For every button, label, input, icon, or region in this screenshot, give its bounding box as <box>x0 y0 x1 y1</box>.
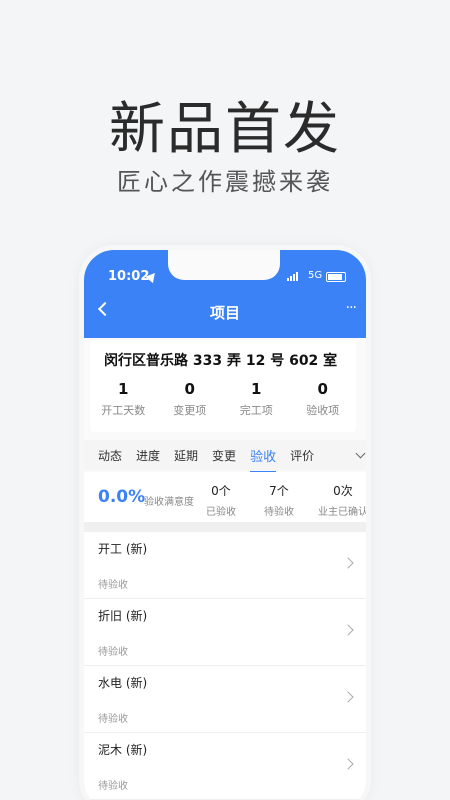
summary-label: 待验收 <box>264 507 294 518</box>
item-title: 开工 (新) <box>98 542 148 556</box>
item-status: 待验收 <box>98 580 128 591</box>
chevron-down-icon[interactable] <box>355 448 366 459</box>
summary-value: 0次 <box>333 484 353 498</box>
network-label: 5G <box>308 270 323 281</box>
stat-label: 变更项 <box>173 404 207 417</box>
stat-start-days[interactable]: 1 开工天数 <box>90 380 157 418</box>
summary-label: 已验收 <box>206 507 236 518</box>
phone-mockup: 10:02 5G 项目 ··· 闵行区普乐路 333 弄 12 号 602 室 … <box>84 250 366 800</box>
stat-completed[interactable]: 1 完工项 <box>223 380 290 418</box>
tab-acceptance[interactable]: 验收 <box>236 446 277 473</box>
tab-change[interactable]: 变更 <box>198 447 236 464</box>
list-item[interactable]: 水电 (新) 待验收 <box>84 666 366 733</box>
item-title: 水电 (新) <box>98 676 148 690</box>
chevron-right-icon <box>342 691 354 703</box>
status-time: 10:02 <box>108 269 150 284</box>
tab-feed[interactable]: 动态 <box>84 447 122 464</box>
satisfaction-rate: 0.0% <box>98 487 146 507</box>
stat-value: 1 <box>251 380 262 398</box>
tab-review[interactable]: 评价 <box>276 447 314 464</box>
acceptance-summary: 0.0% 验收满意度 0个 已验收 7个 待验收 0次 业主已确认 <box>84 472 366 522</box>
stat-label: 完工项 <box>239 404 273 417</box>
list-item[interactable]: 开工 (新) 待验收 <box>84 532 366 599</box>
project-card: 闵行区普乐路 333 弄 12 号 602 室 1 开工天数 0 变更项 1 完… <box>90 340 356 432</box>
summary-confirmed: 0次 业主已确认 <box>318 482 366 518</box>
stat-value: 0 <box>184 380 195 398</box>
stat-changes[interactable]: 0 变更项 <box>157 380 224 418</box>
summary-value: 7个 <box>269 484 289 498</box>
stat-value: 0 <box>317 380 328 398</box>
signal-icon <box>287 271 299 281</box>
summary-label: 业主已确认 <box>318 507 366 518</box>
summary-value: 0个 <box>211 484 231 498</box>
stat-value: 1 <box>118 380 129 398</box>
section-divider <box>84 522 366 532</box>
stat-label: 开工天数 <box>101 404 146 417</box>
project-address: 闵行区普乐路 333 弄 12 号 602 室 <box>104 353 338 369</box>
hero-title: 新品首发 <box>109 97 341 162</box>
tab-delay[interactable]: 延期 <box>160 447 198 464</box>
item-status: 待验收 <box>98 781 128 792</box>
stat-acceptance[interactable]: 0 验收项 <box>290 380 357 418</box>
project-stats: 1 开工天数 0 变更项 1 完工项 0 验收项 <box>90 380 356 418</box>
phone-notch <box>168 250 280 280</box>
battery-icon <box>326 272 346 282</box>
more-icon[interactable]: ··· <box>346 300 357 316</box>
list-item[interactable]: 折旧 (新) 待验收 <box>84 599 366 666</box>
acceptance-list: 开工 (新) 待验收 折旧 (新) 待验收 水电 (新) 待验收 泥木 (新) … <box>84 532 366 800</box>
tab-bar: 动态 进度 延期 变更 验收 评价 <box>84 440 366 473</box>
chevron-right-icon <box>342 624 354 636</box>
chevron-right-icon <box>342 758 354 770</box>
stat-label: 验收项 <box>306 404 340 417</box>
item-title: 折旧 (新) <box>98 609 148 623</box>
hero-subtitle: 匠心之作震撼来袭 <box>117 168 333 196</box>
item-title: 泥木 (新) <box>98 743 148 757</box>
item-status: 待验收 <box>98 714 128 725</box>
summary-pending: 7个 待验收 <box>264 482 294 518</box>
tab-progress[interactable]: 进度 <box>122 447 160 464</box>
page-title: 项目 <box>209 304 240 322</box>
chevron-right-icon <box>342 557 354 569</box>
list-item[interactable]: 泥木 (新) 待验收 <box>84 733 366 800</box>
summary-accepted: 0个 已验收 <box>206 482 236 518</box>
satisfaction-label: 验收满意度 <box>144 497 194 508</box>
item-status: 待验收 <box>98 647 128 658</box>
